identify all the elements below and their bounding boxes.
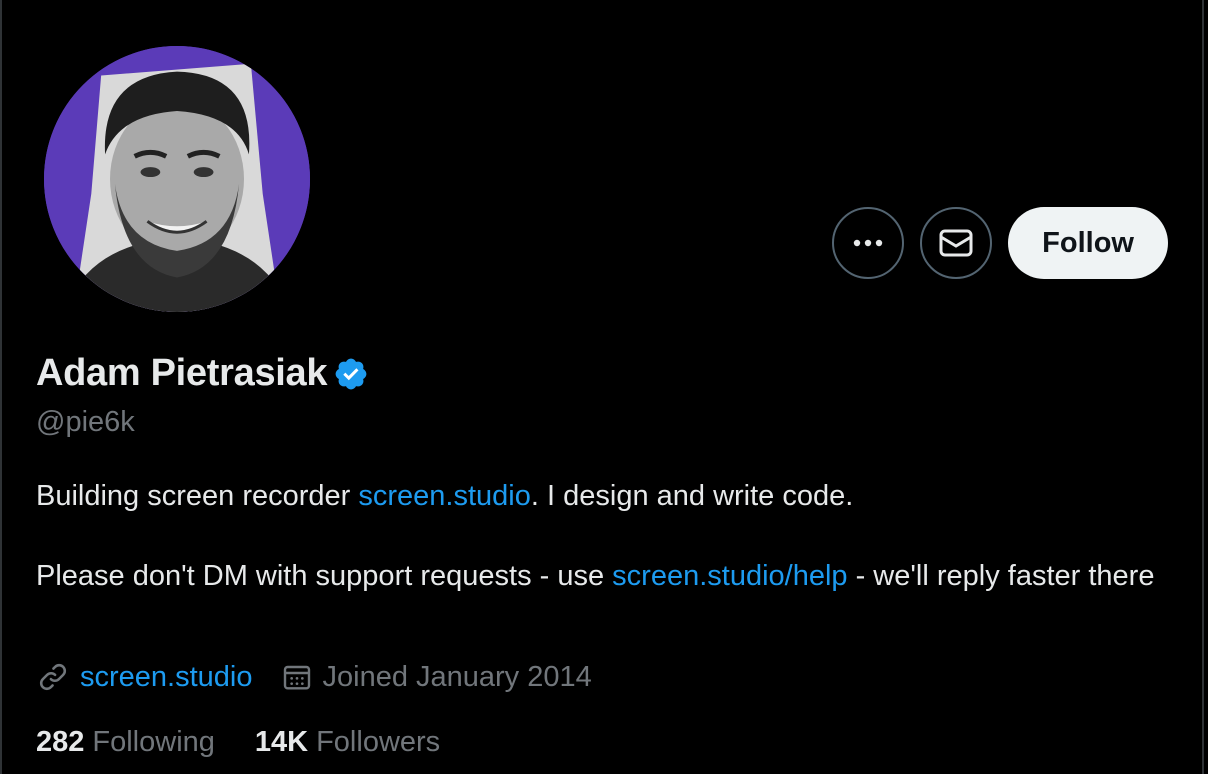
bio-text: . I design and write code. [530,480,854,512]
bio-text: Please don't DM with support requests - … [36,560,613,592]
follow-button[interactable]: Follow [1008,207,1168,279]
bio: Building screen recorder screen.studio. … [36,476,1176,596]
website-link[interactable]: screen.studio [80,661,253,694]
joined-date: Joined January 2014 [322,660,592,693]
followers-count: 14K [254,726,309,758]
more-icon [853,239,883,247]
profile-stats: 282 Following 14K Followers [36,726,480,759]
bio-text: - we'll reply faster there [847,560,1155,592]
calendar-icon [283,665,310,690]
profile-meta: screen.studio Joined January 2014 [36,660,620,694]
profile-actions: Follow [832,207,1168,279]
bio-line-1: Building screen recorder screen.studio. … [36,476,1176,516]
following-link[interactable]: 282 Following [36,726,215,759]
user-handle: @pie6k [36,406,135,438]
message-button[interactable] [920,207,993,279]
bio-link-screen-studio[interactable]: screen.studio [358,480,531,512]
bio-link-help[interactable]: screen.studio/help [612,560,847,592]
following-count: 282 [36,726,85,758]
display-name: Adam Pietrasiak [36,352,328,394]
link-icon [39,663,67,691]
envelope-icon [939,229,973,257]
joined-item: Joined January 2014 [281,661,592,694]
website-item: screen.studio [36,660,253,694]
bio-line-2: Please don't DM with support requests - … [36,556,1176,596]
avatar-photo [44,46,310,312]
followers-label: Followers [316,726,441,758]
following-label: Following [92,726,215,758]
name-row: Adam Pietrasiak [36,352,369,395]
more-button[interactable] [832,207,905,279]
bio-text: Building screen recorder [36,480,359,512]
followers-link[interactable]: 14K Followers [255,726,440,759]
verified-badge-icon[interactable] [333,356,369,392]
avatar[interactable] [42,44,312,314]
